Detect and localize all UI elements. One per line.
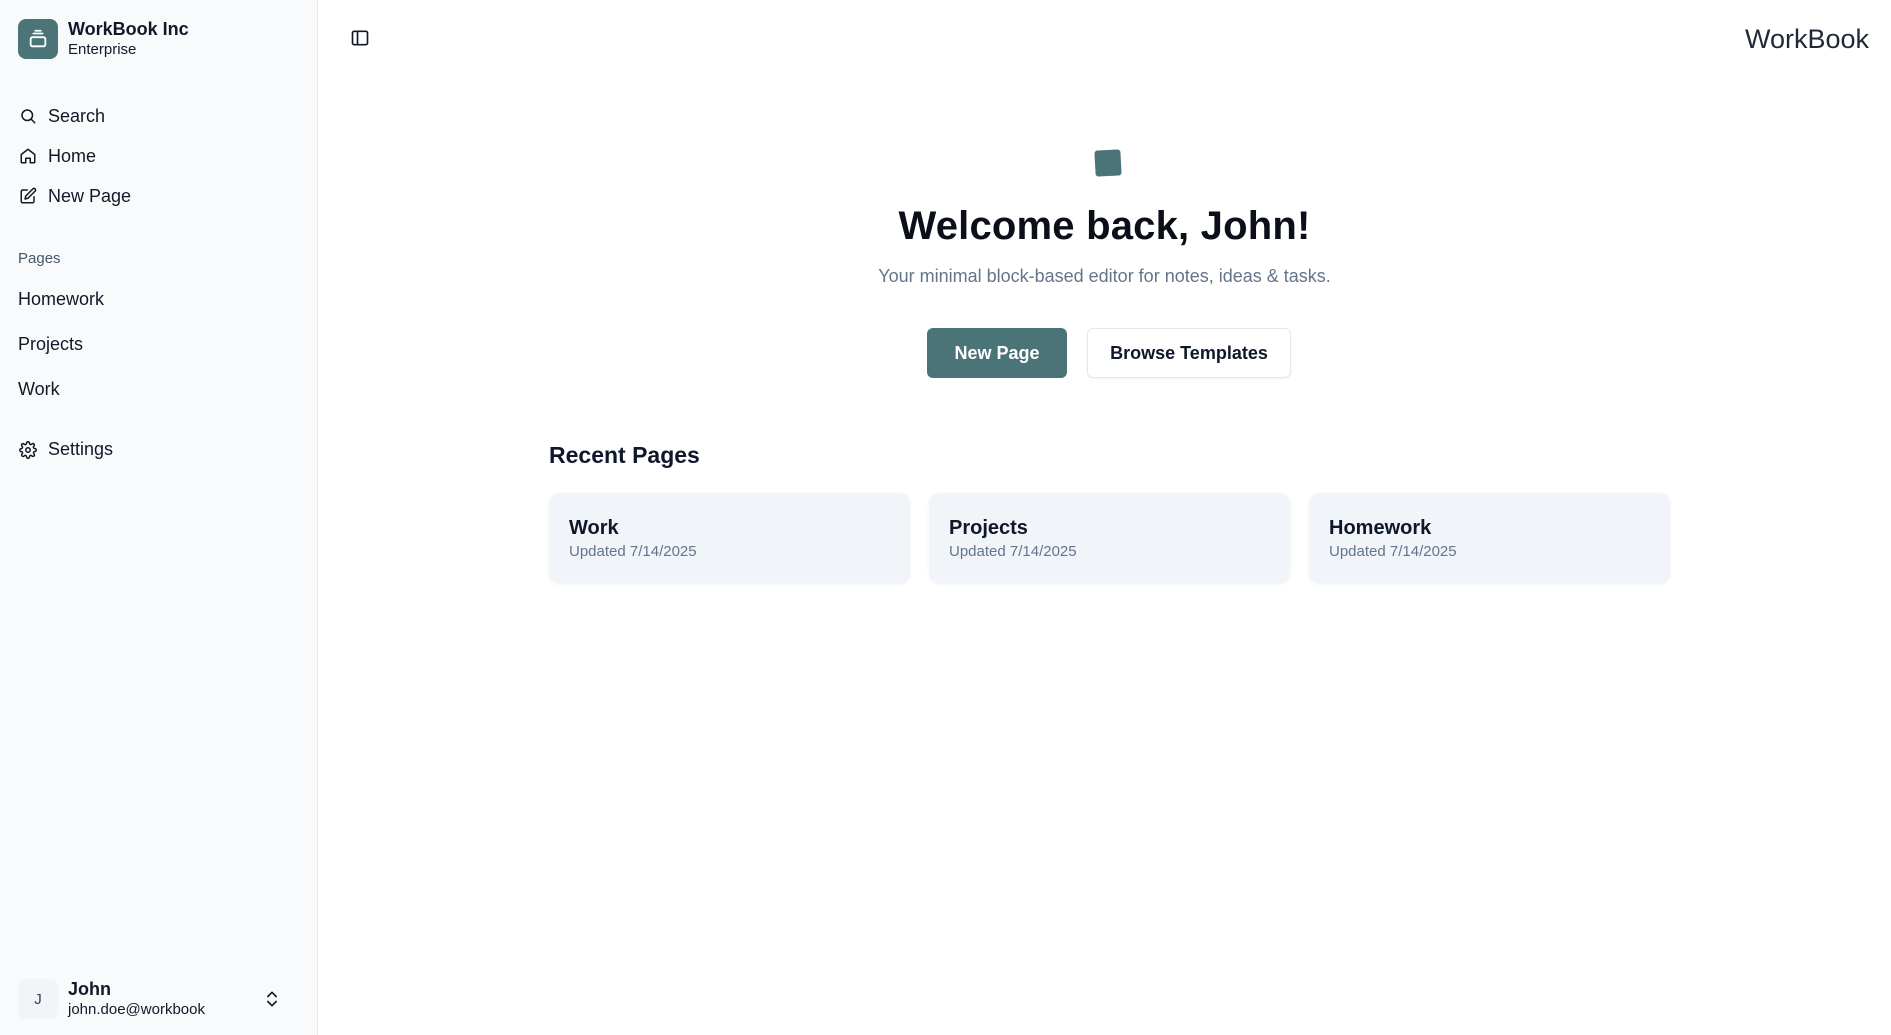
recent-pages-heading: Recent Pages [549, 442, 700, 468]
sidebar-page-work[interactable]: Work [18, 367, 298, 412]
card-updated: Updated 7/14/2025 [569, 543, 697, 560]
edit-icon [18, 186, 38, 206]
page-subtitle: Your minimal block-based editor for note… [878, 266, 1331, 286]
sidebar-item-label: Search [48, 105, 106, 126]
workspace-info: WorkBook Inc Enterprise [68, 18, 189, 60]
sidebar-item-label: Home [48, 145, 97, 166]
stack-icon [18, 19, 58, 59]
sidebar-toggle-icon[interactable] [350, 28, 370, 48]
workspace-plan: Enterprise [68, 41, 137, 58]
card-updated: Updated 7/14/2025 [949, 543, 1077, 560]
app-name: WorkBook [1744, 24, 1869, 54]
user-menu[interactable]: J John john.doe@workbook [18, 977, 300, 1021]
sidebar-page-homework[interactable]: Homework [18, 277, 298, 322]
workspace-name: WorkBook Inc [68, 19, 189, 39]
sidebar-page-projects[interactable]: Projects [18, 322, 298, 367]
user-info: John john.doe@workbook [68, 978, 205, 1020]
card-title: Homework [1329, 517, 1432, 539]
card-updated: Updated 7/14/2025 [1329, 543, 1457, 560]
card-title: Projects [949, 517, 1028, 539]
main-content: WorkBook Welcome back, John! Your minima… [318, 0, 1891, 1035]
recent-page-card[interactable]: Homework Updated 7/14/2025 [1309, 493, 1670, 583]
card-title: Work [569, 517, 619, 539]
settings-label: Settings [48, 439, 114, 459]
gear-icon [18, 440, 38, 460]
app-root: WorkBook Inc Enterprise Search Home New … [0, 0, 1891, 1035]
hero-logo-icon [1094, 149, 1122, 177]
sidebar: WorkBook Inc Enterprise Search Home New … [0, 0, 318, 1035]
sidebar-item-search[interactable]: Search [18, 96, 298, 136]
user-email: john.doe@workbook [68, 1001, 205, 1018]
home-icon [18, 146, 38, 166]
new-page-button[interactable]: New Page [927, 328, 1067, 378]
browse-templates-button[interactable]: Browse Templates [1087, 328, 1291, 378]
hero-actions: New Page Browse Templates [927, 328, 1291, 378]
sidebar-item-new-page[interactable]: New Page [18, 176, 298, 216]
recent-pages-list: Work Updated 7/14/2025 Projects Updated … [549, 493, 1670, 583]
pages-list: Homework Projects Work [18, 277, 298, 412]
user-name: John [68, 979, 111, 999]
search-icon [18, 106, 38, 126]
workspace-switcher[interactable]: WorkBook Inc Enterprise [18, 18, 189, 60]
recent-page-card[interactable]: Projects Updated 7/14/2025 [929, 493, 1290, 583]
sidebar-item-home[interactable]: Home [18, 136, 298, 176]
pages-section-label: Pages [18, 250, 61, 267]
chevron-up-down-icon [262, 989, 282, 1009]
sidebar-item-settings[interactable]: Settings [18, 439, 113, 460]
page-title: Welcome back, John! [898, 204, 1311, 248]
sidebar-item-label: New Page [48, 185, 132, 206]
sidebar-nav: Search Home New Page [18, 96, 298, 216]
recent-page-card[interactable]: Work Updated 7/14/2025 [549, 493, 910, 583]
avatar: J [18, 979, 58, 1019]
